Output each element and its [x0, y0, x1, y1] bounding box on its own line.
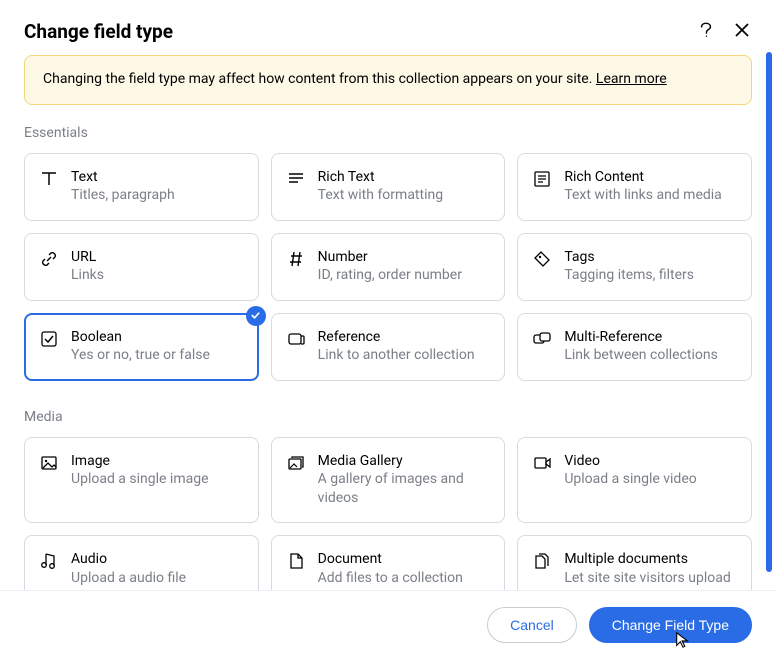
- cancel-button[interactable]: Cancel: [487, 607, 577, 643]
- field-type-title: Document: [318, 550, 491, 569]
- field-type-desc: Let site site visitors upload files to a…: [564, 569, 737, 590]
- field-type-desc: Upload a single video: [564, 470, 737, 489]
- video-icon: [532, 453, 552, 473]
- media-gallery-icon: [286, 453, 306, 473]
- field-type-desc: Yes or no, true or false: [71, 346, 244, 365]
- field-type-card[interactable]: ReferenceLink to another collection: [271, 313, 506, 381]
- warning-text: Changing the field type may affect how c…: [43, 71, 596, 87]
- document-icon: [286, 551, 306, 571]
- field-type-title: Number: [318, 248, 491, 267]
- reference-icon: [286, 329, 306, 349]
- field-type-title: Boolean: [71, 328, 244, 347]
- field-type-desc: Titles, paragraph: [71, 186, 244, 205]
- multi-reference-icon: [532, 329, 552, 349]
- field-type-desc: ID, rating, order number: [318, 266, 491, 285]
- field-type-desc: Link between collections: [564, 346, 737, 365]
- field-type-title: Multi-Reference: [564, 328, 737, 347]
- field-type-card[interactable]: Rich TextText with formatting: [271, 153, 506, 221]
- image-icon: [39, 453, 59, 473]
- field-type-desc: Tagging items, filters: [564, 266, 737, 285]
- field-type-card[interactable]: ImageUpload a single image: [24, 437, 259, 524]
- field-type-title: Rich Text: [318, 168, 491, 187]
- field-type-title: Text: [71, 168, 244, 187]
- field-type-card[interactable]: DocumentAdd files to a collection: [271, 535, 506, 590]
- tags-icon: [532, 249, 552, 269]
- rich-content-icon: [532, 169, 552, 189]
- field-type-card[interactable]: Rich ContentText with links and media: [517, 153, 752, 221]
- close-icon[interactable]: [732, 20, 752, 40]
- field-type-desc: Links: [71, 266, 244, 285]
- field-type-title: Video: [564, 452, 737, 471]
- dialog-title: Change field type: [24, 20, 173, 43]
- field-type-desc: Text with links and media: [564, 186, 737, 205]
- url-icon: [39, 249, 59, 269]
- field-type-title: Media Gallery: [318, 452, 491, 471]
- text-icon: [39, 169, 59, 189]
- field-type-card[interactable]: BooleanYes or no, true or false: [24, 313, 259, 381]
- rich-text-icon: [286, 169, 306, 189]
- field-type-title: Rich Content: [564, 168, 737, 187]
- warning-banner: Changing the field type may affect how c…: [24, 55, 752, 105]
- audio-icon: [39, 551, 59, 571]
- field-type-desc: Upload a audio file: [71, 569, 244, 588]
- field-type-title: Reference: [318, 328, 491, 347]
- help-icon[interactable]: [696, 20, 716, 40]
- field-type-card[interactable]: Media GalleryA gallery of images and vid…: [271, 437, 506, 524]
- multiple-documents-icon: [532, 551, 552, 571]
- field-type-desc: A gallery of images and videos: [318, 470, 491, 508]
- field-type-card[interactable]: NumberID, rating, order number: [271, 233, 506, 301]
- field-type-title: Image: [71, 452, 244, 471]
- selected-check-icon: [246, 306, 266, 326]
- learn-more-link[interactable]: Learn more: [596, 71, 667, 87]
- field-type-title: Tags: [564, 248, 737, 267]
- boolean-icon: [39, 329, 59, 349]
- field-type-desc: Add files to a collection: [318, 569, 491, 588]
- field-type-card[interactable]: Multiple documentsLet site site visitors…: [517, 535, 752, 590]
- field-type-title: Multiple documents: [564, 550, 737, 569]
- field-type-desc: Link to another collection: [318, 346, 491, 365]
- field-type-desc: Upload a single image: [71, 470, 244, 489]
- field-type-title: URL: [71, 248, 244, 267]
- field-type-card[interactable]: TextTitles, paragraph: [24, 153, 259, 221]
- number-icon: [286, 249, 306, 269]
- field-type-title: Audio: [71, 550, 244, 569]
- field-type-desc: Text with formatting: [318, 186, 491, 205]
- field-type-card[interactable]: VideoUpload a single video: [517, 437, 752, 524]
- field-type-card[interactable]: Multi-ReferenceLink between collections: [517, 313, 752, 381]
- field-type-card[interactable]: URLLinks: [24, 233, 259, 301]
- confirm-button[interactable]: Change Field Type: [589, 607, 752, 643]
- field-type-card[interactable]: TagsTagging items, filters: [517, 233, 752, 301]
- section-label: Essentials: [24, 125, 752, 141]
- scrollbar[interactable]: [766, 52, 772, 572]
- section-label: Media: [24, 409, 752, 425]
- field-type-card[interactable]: AudioUpload a audio file: [24, 535, 259, 590]
